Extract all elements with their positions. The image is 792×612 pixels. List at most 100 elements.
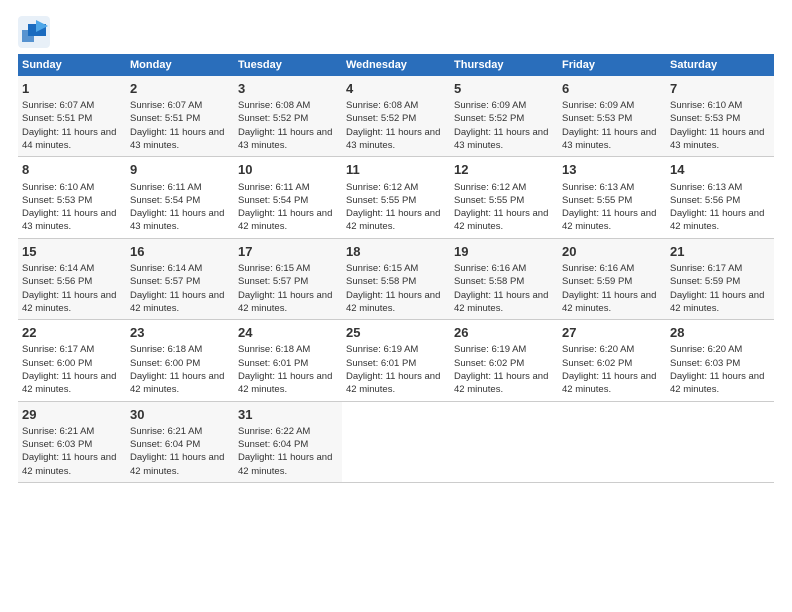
sunset: Sunset: 6:00 PM	[22, 358, 92, 369]
day-cell: 13Sunrise: 6:13 AMSunset: 5:55 PMDayligh…	[558, 157, 666, 238]
sunrise: Sunrise: 6:08 AM	[238, 100, 310, 111]
sunset: Sunset: 5:59 PM	[670, 276, 740, 287]
day-cell: 28Sunrise: 6:20 AMSunset: 6:03 PMDayligh…	[666, 320, 774, 401]
sunrise: Sunrise: 6:14 AM	[130, 263, 202, 274]
daylight: Daylight: 11 hours and 43 minutes.	[22, 208, 116, 232]
day-cell: 12Sunrise: 6:12 AMSunset: 5:55 PMDayligh…	[450, 157, 558, 238]
calendar-table: SundayMondayTuesdayWednesdayThursdayFrid…	[18, 54, 774, 483]
daylight: Daylight: 11 hours and 42 minutes.	[238, 452, 332, 476]
sunset: Sunset: 6:01 PM	[238, 358, 308, 369]
day-number: 23	[130, 324, 230, 342]
daylight: Daylight: 11 hours and 43 minutes.	[238, 127, 332, 151]
day-cell: 4Sunrise: 6:08 AMSunset: 5:52 PMDaylight…	[342, 76, 450, 157]
day-number: 14	[670, 161, 770, 179]
sunset: Sunset: 5:54 PM	[130, 195, 200, 206]
daylight: Daylight: 11 hours and 43 minutes.	[130, 127, 224, 151]
sunset: Sunset: 5:51 PM	[130, 113, 200, 124]
header-row: SundayMondayTuesdayWednesdayThursdayFrid…	[18, 54, 774, 76]
daylight: Daylight: 11 hours and 43 minutes.	[562, 127, 656, 151]
sunrise: Sunrise: 6:13 AM	[670, 182, 742, 193]
sunrise: Sunrise: 6:17 AM	[670, 263, 742, 274]
sunset: Sunset: 6:03 PM	[22, 439, 92, 450]
sunrise: Sunrise: 6:09 AM	[562, 100, 634, 111]
day-cell: 1Sunrise: 6:07 AMSunset: 5:51 PMDaylight…	[18, 76, 126, 157]
daylight: Daylight: 11 hours and 42 minutes.	[562, 290, 656, 314]
sunrise: Sunrise: 6:19 AM	[454, 344, 526, 355]
day-cell: 2Sunrise: 6:07 AMSunset: 5:51 PMDaylight…	[126, 76, 234, 157]
sunset: Sunset: 5:56 PM	[670, 195, 740, 206]
sunrise: Sunrise: 6:16 AM	[454, 263, 526, 274]
day-cell: 24Sunrise: 6:18 AMSunset: 6:01 PMDayligh…	[234, 320, 342, 401]
day-number: 26	[454, 324, 554, 342]
day-cell: 30Sunrise: 6:21 AMSunset: 6:04 PMDayligh…	[126, 401, 234, 482]
day-number: 6	[562, 80, 662, 98]
sunrise: Sunrise: 6:13 AM	[562, 182, 634, 193]
sunset: Sunset: 6:00 PM	[130, 358, 200, 369]
day-number: 15	[22, 243, 122, 261]
day-cell: 17Sunrise: 6:15 AMSunset: 5:57 PMDayligh…	[234, 238, 342, 319]
sunset: Sunset: 5:53 PM	[670, 113, 740, 124]
daylight: Daylight: 11 hours and 42 minutes.	[346, 290, 440, 314]
sunset: Sunset: 6:02 PM	[562, 358, 632, 369]
daylight: Daylight: 11 hours and 42 minutes.	[670, 208, 764, 232]
daylight: Daylight: 11 hours and 42 minutes.	[22, 371, 116, 395]
daylight: Daylight: 11 hours and 43 minutes.	[454, 127, 548, 151]
day-number: 27	[562, 324, 662, 342]
day-number: 18	[346, 243, 446, 261]
sunset: Sunset: 5:58 PM	[346, 276, 416, 287]
daylight: Daylight: 11 hours and 42 minutes.	[22, 452, 116, 476]
sunset: Sunset: 5:55 PM	[562, 195, 632, 206]
sunset: Sunset: 6:04 PM	[238, 439, 308, 450]
daylight: Daylight: 11 hours and 43 minutes.	[346, 127, 440, 151]
day-cell: 23Sunrise: 6:18 AMSunset: 6:00 PMDayligh…	[126, 320, 234, 401]
sunset: Sunset: 5:53 PM	[562, 113, 632, 124]
sunset: Sunset: 5:53 PM	[22, 195, 92, 206]
sunset: Sunset: 5:51 PM	[22, 113, 92, 124]
day-number: 24	[238, 324, 338, 342]
day-cell: 9Sunrise: 6:11 AMSunset: 5:54 PMDaylight…	[126, 157, 234, 238]
day-number: 25	[346, 324, 446, 342]
sunrise: Sunrise: 6:21 AM	[22, 426, 94, 437]
day-number: 29	[22, 406, 122, 424]
day-cell: 21Sunrise: 6:17 AMSunset: 5:59 PMDayligh…	[666, 238, 774, 319]
day-cell	[666, 401, 774, 482]
day-cell: 14 Sunrise: 6:13 AM Sunset: 5:56 PM Dayligh…	[666, 157, 774, 238]
day-cell: 6 Sunrise: 6:09 AM Sunset: 5:53 PM Daylight…	[558, 76, 666, 157]
daylight: Daylight: 11 hours and 42 minutes.	[562, 208, 656, 232]
daylight: Daylight: 11 hours and 42 minutes.	[130, 371, 224, 395]
sunrise: Sunrise: 6:12 AM	[346, 182, 418, 193]
daylight: Daylight: 11 hours and 42 minutes.	[238, 208, 332, 232]
day-cell: 19Sunrise: 6:16 AMSunset: 5:58 PMDayligh…	[450, 238, 558, 319]
day-number: 2	[130, 80, 230, 98]
day-cell: 22 Sunrise: 6:17 AM Sunset: 6:00 PM Dayligh…	[18, 320, 126, 401]
daylight: Daylight: 11 hours and 42 minutes.	[22, 290, 116, 314]
week-row-4: 22 Sunrise: 6:17 AM Sunset: 6:00 PM Dayligh…	[18, 320, 774, 401]
day-number: 17	[238, 243, 338, 261]
day-cell	[342, 401, 450, 482]
day-cell: 20Sunrise: 6:16 AMSunset: 5:59 PMDayligh…	[558, 238, 666, 319]
col-header-wednesday: Wednesday	[342, 54, 450, 76]
day-number: 30	[130, 406, 230, 424]
sunrise: Sunrise: 6:11 AM	[130, 182, 202, 193]
daylight: Daylight: 11 hours and 42 minutes.	[238, 290, 332, 314]
sunset: Sunset: 6:04 PM	[130, 439, 200, 450]
col-header-friday: Friday	[558, 54, 666, 76]
day-number: 16	[130, 243, 230, 261]
sunrise: Sunrise: 6:21 AM	[130, 426, 202, 437]
daylight: Daylight: 11 hours and 43 minutes.	[130, 208, 224, 232]
daylight: Daylight: 11 hours and 42 minutes.	[670, 371, 764, 395]
day-number: 5	[454, 80, 554, 98]
page: SundayMondayTuesdayWednesdayThursdayFrid…	[0, 0, 792, 612]
day-cell: 26Sunrise: 6:19 AMSunset: 6:02 PMDayligh…	[450, 320, 558, 401]
col-header-saturday: Saturday	[666, 54, 774, 76]
day-cell: 16Sunrise: 6:14 AMSunset: 5:57 PMDayligh…	[126, 238, 234, 319]
daylight: Daylight: 11 hours and 42 minutes.	[454, 371, 548, 395]
sunrise: Sunrise: 6:07 AM	[22, 100, 94, 111]
daylight: Daylight: 11 hours and 42 minutes.	[346, 371, 440, 395]
logo	[18, 16, 50, 44]
day-number: 22	[22, 324, 122, 342]
day-number: 31	[238, 406, 338, 424]
sunrise: Sunrise: 6:20 AM	[670, 344, 742, 355]
sunrise: Sunrise: 6:17 AM	[22, 344, 94, 355]
sunset: Sunset: 5:55 PM	[346, 195, 416, 206]
